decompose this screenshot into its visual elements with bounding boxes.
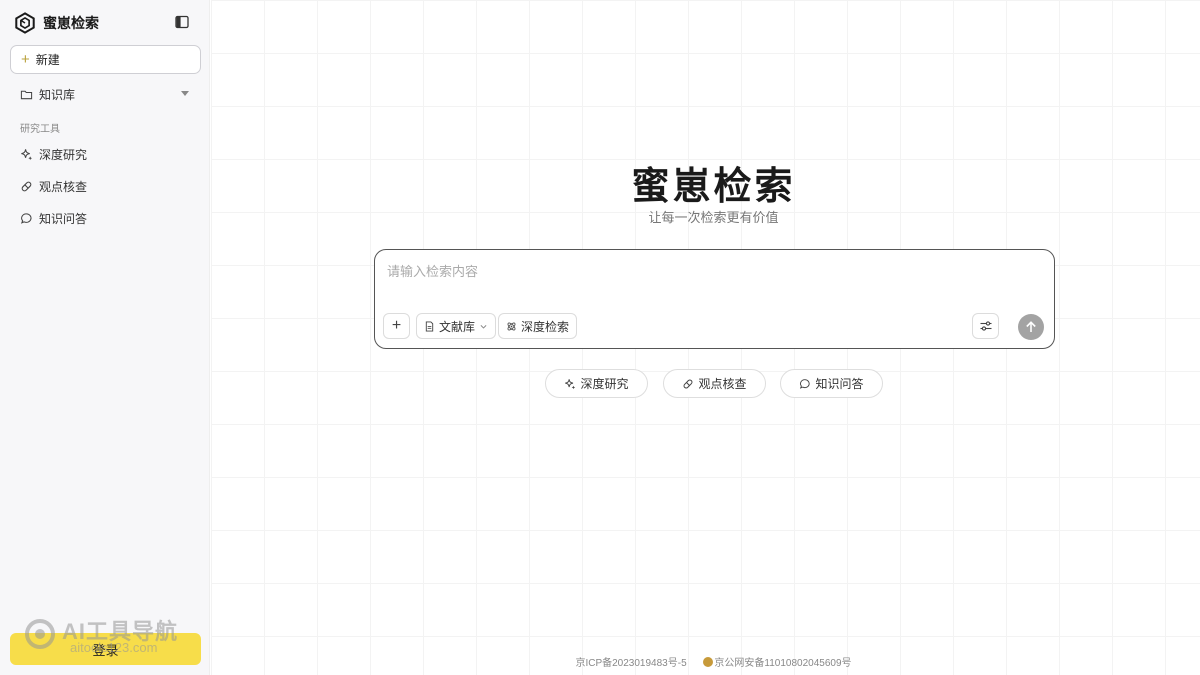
sidebar-item-knowledge-base[interactable]: 知识库 bbox=[10, 81, 201, 107]
plus-icon: + bbox=[391, 317, 402, 334]
library-select-label: 文献库 bbox=[439, 319, 476, 334]
folder-icon bbox=[20, 90, 33, 99]
search-settings-button[interactable] bbox=[972, 313, 999, 339]
sidebar-item-label: 知识问答 bbox=[39, 211, 88, 226]
section-title: 研究工具 bbox=[20, 124, 60, 135]
new-button-label: 新建 bbox=[35, 53, 60, 67]
sidebar-item-label: 观点核查 bbox=[39, 179, 88, 194]
sidebar: 蜜崽检索 + 新建 知识库 研究工具 深度研究 观点核查 知识问答 登录 AI工… bbox=[0, 0, 210, 675]
chip-knowledge-qa[interactable]: 知识问答 bbox=[780, 369, 883, 398]
chip-deep-research[interactable]: 深度研究 bbox=[545, 369, 648, 398]
pill-check-icon bbox=[684, 379, 693, 388]
brand[interactable]: 蜜崽检索 bbox=[14, 11, 99, 35]
sidebar-item-fact-check[interactable]: 观点核查 bbox=[10, 173, 201, 199]
sidebar-item-deep-research[interactable]: 深度研究 bbox=[10, 141, 201, 167]
deep-search-toggle[interactable]: 深度检索 bbox=[498, 313, 578, 339]
sidebar-item-knowledge-qa[interactable]: 知识问答 bbox=[10, 205, 201, 231]
chat-bubble-icon bbox=[800, 378, 811, 389]
library-select[interactable]: 文献库 bbox=[416, 313, 497, 339]
new-button[interactable]: + 新建 bbox=[10, 45, 201, 74]
police-record-text: 京公网安备11010802045609号 bbox=[714, 658, 852, 669]
chip-label: 知识问答 bbox=[815, 377, 864, 391]
chat-bubble-icon bbox=[20, 212, 32, 224]
sidebar-collapse-icon[interactable] bbox=[175, 15, 189, 29]
sliders-icon bbox=[980, 321, 991, 331]
deep-search-label: 深度检索 bbox=[521, 319, 570, 334]
icp-link[interactable]: 京ICP备2023019483号-5 bbox=[575, 658, 686, 669]
add-attachment-button[interactable]: + bbox=[383, 313, 410, 339]
hexagon-logo-icon bbox=[15, 12, 35, 34]
atom-icon bbox=[507, 322, 516, 330]
chip-fact-check[interactable]: 观点核查 bbox=[663, 369, 766, 398]
chip-label: 深度研究 bbox=[580, 377, 629, 391]
send-button[interactable] bbox=[1018, 314, 1044, 340]
police-record-link[interactable]: 京公网安备11010802045609号 bbox=[703, 657, 852, 669]
chip-label: 观点核查 bbox=[698, 377, 747, 391]
footer: 京ICP备2023019483号-5 京公网安备11010802045609号 bbox=[211, 654, 1200, 669]
brand-name: 蜜崽检索 bbox=[43, 15, 99, 31]
plus-icon: + bbox=[21, 51, 30, 68]
chevron-down-icon bbox=[480, 324, 487, 329]
caret-down-icon[interactable] bbox=[181, 91, 189, 96]
hero-title: 蜜崽检索 bbox=[631, 166, 796, 208]
pill-check-icon bbox=[21, 181, 32, 191]
arrow-up-icon bbox=[1026, 321, 1036, 332]
login-button-label: 登录 bbox=[92, 642, 119, 658]
sparkle-icon bbox=[21, 148, 33, 160]
search-input[interactable] bbox=[387, 260, 1037, 282]
sparkle-icon bbox=[565, 378, 576, 389]
main-area: 蜜崽检索 让每一次检索更有价值 + 文献库 深度检索 bbox=[211, 0, 1200, 675]
document-icon bbox=[425, 320, 434, 332]
login-button[interactable]: 登录 bbox=[10, 633, 201, 665]
sidebar-item-label: 知识库 bbox=[39, 87, 76, 102]
hero-subtitle: 让每一次检索更有价值 bbox=[648, 210, 779, 225]
search-box: + 文献库 深度检索 bbox=[374, 249, 1055, 349]
police-badge-icon bbox=[703, 657, 714, 667]
sidebar-item-label: 深度研究 bbox=[39, 147, 88, 162]
